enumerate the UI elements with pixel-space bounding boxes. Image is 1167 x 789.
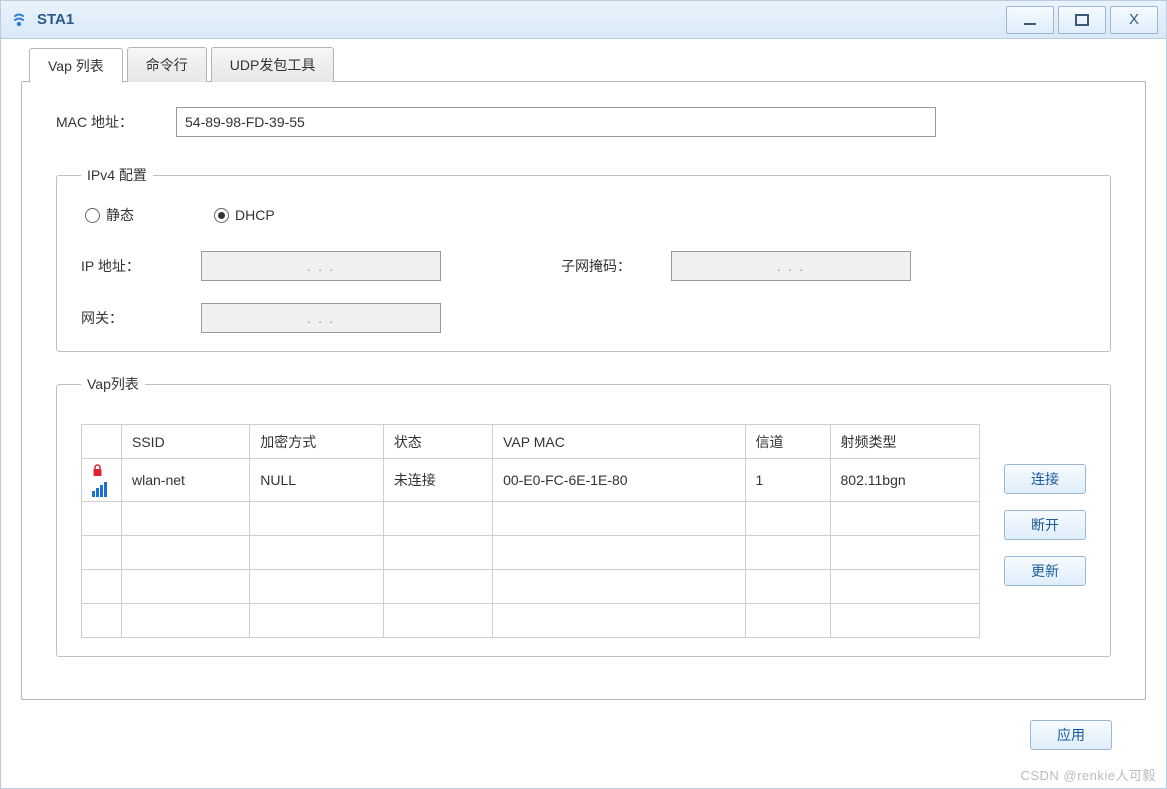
vap-side-buttons: 连接 断开 更新 <box>1004 424 1086 586</box>
vap-fieldset: Vap列表 SSID 加密方式 状态 VAP MAC 信道 射频类型 <box>56 374 1111 657</box>
tab-udp-tool[interactable]: UDP发包工具 <box>211 47 335 82</box>
vap-header-row: SSID 加密方式 状态 VAP MAC 信道 射频类型 <box>82 425 980 459</box>
cell-status <box>383 501 492 535</box>
cell-vap_mac <box>493 569 745 603</box>
cell-ssid: wlan-net <box>122 459 250 502</box>
ip-label: IP 地址： <box>81 256 201 276</box>
gateway-input[interactable]: . . . <box>201 303 441 333</box>
connect-button[interactable]: 连接 <box>1004 464 1086 494</box>
ipv4-grid: IP 地址： . . . 子网掩码： . . . 网关： . . . <box>81 251 1086 333</box>
cell-status <box>383 569 492 603</box>
app-window: STA1 X Vap 列表 命令行 UDP发包工具 MAC 地址： 54-89-… <box>0 0 1167 789</box>
disconnect-button[interactable]: 断开 <box>1004 510 1086 540</box>
radio-dhcp-label: DHCP <box>235 207 275 223</box>
apply-button[interactable]: 应用 <box>1030 720 1112 750</box>
cell-ssid <box>122 603 250 637</box>
cell-ssid <box>122 535 250 569</box>
minimize-button[interactable] <box>1006 6 1054 34</box>
title-bar: STA1 X <box>1 1 1166 39</box>
cell-status <box>383 603 492 637</box>
cell-radio: 802.11bgn <box>830 459 979 502</box>
vap-header-icon <box>82 425 122 459</box>
cell-encrypt <box>250 569 384 603</box>
cell-status <box>383 535 492 569</box>
cell-status: 未连接 <box>383 459 492 502</box>
ip-input[interactable]: . . . <box>201 251 441 281</box>
signal-icon <box>92 483 107 497</box>
row-icon-cell <box>82 603 122 637</box>
apply-row: 应用 <box>21 700 1146 750</box>
tab-panel: MAC 地址： 54-89-98-FD-39-55 IPv4 配置 静态 DHC… <box>21 81 1146 700</box>
row-icon-cell <box>82 569 122 603</box>
app-icon <box>9 10 29 30</box>
cell-channel <box>745 535 830 569</box>
radio-dhcp[interactable]: DHCP <box>214 207 275 223</box>
tab-bar: Vap 列表 命令行 UDP发包工具 <box>29 47 1146 82</box>
ipv4-mode-row: 静态 DHCP <box>81 205 1086 225</box>
gateway-label: 网关： <box>81 308 201 328</box>
cell-vap_mac: 00-E0-FC-6E-1E-80 <box>493 459 745 502</box>
row-icon-cell <box>82 535 122 569</box>
mask-input[interactable]: . . . <box>671 251 911 281</box>
table-row[interactable] <box>82 535 980 569</box>
cell-radio <box>830 603 979 637</box>
lock-icon <box>92 464 103 480</box>
cell-vap_mac <box>493 535 745 569</box>
cell-channel <box>745 569 830 603</box>
radio-static[interactable]: 静态 <box>85 205 134 225</box>
mac-input[interactable]: 54-89-98-FD-39-55 <box>176 107 936 137</box>
close-button[interactable]: X <box>1110 6 1158 34</box>
table-row[interactable]: wlan-netNULL未连接00-E0-FC-6E-1E-801802.11b… <box>82 459 980 502</box>
mask-label: 子网掩码： <box>561 256 681 276</box>
vap-header-channel: 信道 <box>745 425 830 459</box>
tab-cli[interactable]: 命令行 <box>127 47 207 82</box>
cell-radio <box>830 535 979 569</box>
vap-body: SSID 加密方式 状态 VAP MAC 信道 射频类型 wlan-netNUL… <box>81 414 1086 638</box>
tab-vap-list[interactable]: Vap 列表 <box>29 48 123 83</box>
mac-row: MAC 地址： 54-89-98-FD-39-55 <box>56 107 1111 137</box>
vap-table: SSID 加密方式 状态 VAP MAC 信道 射频类型 wlan-netNUL… <box>81 424 980 638</box>
radio-dhcp-circle <box>214 208 229 223</box>
vap-header-ssid: SSID <box>122 425 250 459</box>
vap-header-vapmac: VAP MAC <box>493 425 745 459</box>
cell-ssid <box>122 569 250 603</box>
vap-header-status: 状态 <box>383 425 492 459</box>
maximize-button[interactable] <box>1058 6 1106 34</box>
window-controls: X <box>1002 6 1158 34</box>
mac-label: MAC 地址： <box>56 112 176 132</box>
cell-vap_mac <box>493 501 745 535</box>
cell-radio <box>830 501 979 535</box>
table-row[interactable] <box>82 501 980 535</box>
cell-channel: 1 <box>745 459 830 502</box>
cell-radio <box>830 569 979 603</box>
cell-encrypt: NULL <box>250 459 384 502</box>
refresh-button[interactable]: 更新 <box>1004 556 1086 586</box>
ipv4-legend: IPv4 配置 <box>81 165 153 185</box>
content-area: Vap 列表 命令行 UDP发包工具 MAC 地址： 54-89-98-FD-3… <box>1 39 1166 750</box>
row-icon-cell <box>82 459 122 502</box>
cell-vap_mac <box>493 603 745 637</box>
vap-legend: Vap列表 <box>81 374 145 394</box>
cell-channel <box>745 603 830 637</box>
cell-encrypt <box>250 501 384 535</box>
table-row[interactable] <box>82 603 980 637</box>
radio-static-circle <box>85 208 100 223</box>
vap-header-encrypt: 加密方式 <box>250 425 384 459</box>
watermark: CSDN @renkie人可毅 <box>1020 765 1156 784</box>
window-title: STA1 <box>37 11 1002 28</box>
ipv4-fieldset: IPv4 配置 静态 DHCP IP 地址： . . . <box>56 165 1111 352</box>
radio-static-label: 静态 <box>106 205 134 225</box>
cell-ssid <box>122 501 250 535</box>
row-icon-cell <box>82 501 122 535</box>
vap-header-radio: 射频类型 <box>830 425 979 459</box>
cell-encrypt <box>250 535 384 569</box>
cell-channel <box>745 501 830 535</box>
table-row[interactable] <box>82 569 980 603</box>
cell-encrypt <box>250 603 384 637</box>
